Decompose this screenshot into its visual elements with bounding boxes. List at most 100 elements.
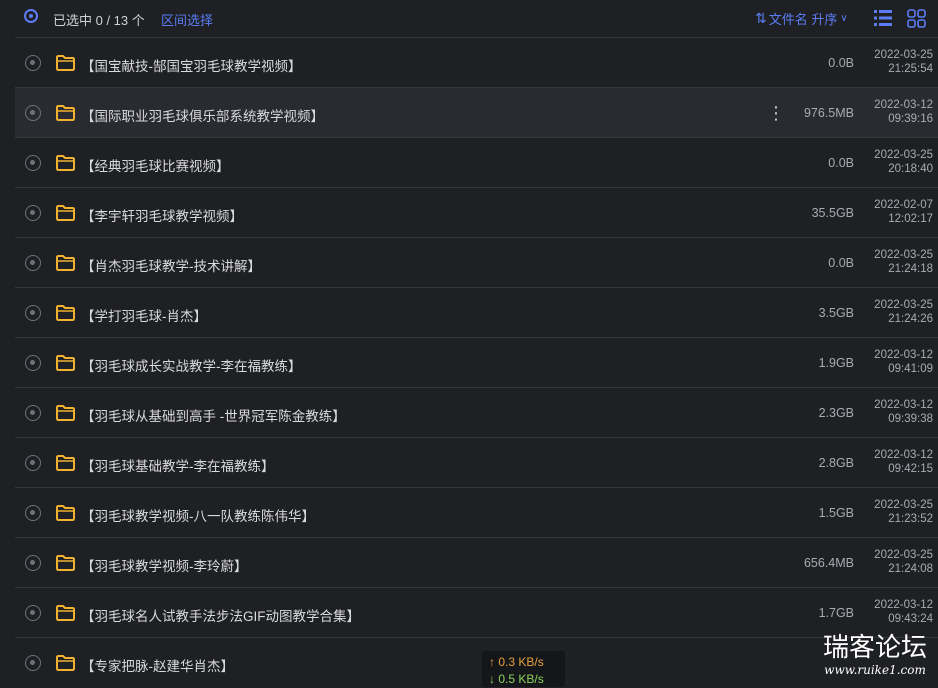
- modified-date: 2022-03-25 21:24:08: [866, 548, 933, 576]
- row-select-radio-icon[interactable]: [25, 155, 41, 171]
- modified-date: 2022-03-25 21:25:54: [866, 48, 933, 76]
- row-select-radio-icon[interactable]: [25, 355, 41, 371]
- modified-time: 09:43:24: [888, 613, 933, 625]
- folder-icon: [56, 255, 75, 271]
- modified-day: 2022-03-12: [874, 399, 933, 411]
- file-row[interactable]: 【学打羽毛球-肖杰】 3.5GB 2022-03-25 21:24:26: [15, 287, 938, 337]
- select-all-icon[interactable]: [24, 9, 38, 23]
- modified-date: 2022-03-12 09:42:15: [866, 448, 933, 476]
- file-size: 35.5GB: [811, 206, 854, 220]
- file-size: 1.5GB: [818, 506, 854, 520]
- row-select-radio-icon[interactable]: [25, 405, 41, 421]
- file-row[interactable]: 【国际职业羽毛球俱乐部系统教学视频】 ⋮ 976.5MB 2022-03-12 09:3…: [15, 87, 938, 137]
- file-name[interactable]: 【羽毛球成长实战教学-李在福教练】: [81, 355, 302, 375]
- modified-day: 2022-03-12: [874, 99, 933, 111]
- file-row[interactable]: 【羽毛球教学视频-八一队教练陈伟华】 1.5GB 2022-03-25 21:23:5…: [15, 487, 938, 537]
- file-list: 【国宝献技-郜国宝羽毛球教学视频】 0.0B 2022-03-25 21:25:54 【…: [15, 37, 938, 687]
- file-name[interactable]: 【羽毛球名人试教手法步法GIF动图教学合集】: [81, 605, 360, 625]
- modified-date: 2022-03-25 21:23:52: [866, 498, 933, 526]
- row-select-radio-icon[interactable]: [25, 105, 41, 121]
- file-row[interactable]: 【经典羽毛球比赛视频】 0.0B 2022-03-25 20:18:40: [15, 137, 938, 187]
- modified-date: 2022-03-25 21:24:26: [866, 298, 933, 326]
- modified-day: 2022-03-12: [874, 599, 933, 611]
- modified-date: 2022-03-12 09:39:38: [866, 398, 933, 426]
- file-name[interactable]: 【学打羽毛球-肖杰】: [81, 305, 207, 325]
- row-select-radio-icon[interactable]: [25, 255, 41, 271]
- file-size: 1.9GB: [818, 356, 854, 370]
- file-name[interactable]: 【经典羽毛球比赛视频】: [81, 155, 230, 175]
- file-row[interactable]: 【羽毛球成长实战教学-李在福教练】 1.9GB 2022-03-12 09:41:09: [15, 337, 938, 387]
- file-row[interactable]: 【李宇轩羽毛球教学视频】 35.5GB 2022-02-07 12:02:17: [15, 187, 938, 237]
- folder-icon: [56, 55, 75, 71]
- range-select-link[interactable]: 区间选择: [161, 10, 213, 29]
- folder-icon: [56, 455, 75, 471]
- file-size: 1.7GB: [818, 606, 854, 620]
- file-row[interactable]: 【羽毛球名人试教手法步法GIF动图教学合集】 1.7GB 2022-03-12 09:…: [15, 587, 938, 637]
- folder-icon: [56, 605, 75, 621]
- watermark: 瑞客论坛 www.ruike1.com: [812, 633, 938, 687]
- download-speed: ↓ 0.5 KB/s: [489, 672, 544, 686]
- modified-day: 2022-03-12: [874, 349, 933, 361]
- toolbar: 已选中 0 / 13 个 区间选择 ⇅ 文件名 升序 ∨: [0, 0, 938, 37]
- file-size: 0.0B: [828, 56, 854, 70]
- grid-view-icon[interactable]: [907, 9, 926, 28]
- modified-day: 2022-03-25: [874, 499, 933, 511]
- watermark-title: 瑞客论坛: [822, 633, 927, 663]
- modified-time: 09:41:09: [888, 363, 933, 375]
- modified-date: 2022-03-12 09:39:16: [866, 98, 933, 126]
- row-select-radio-icon[interactable]: [25, 205, 41, 221]
- file-name[interactable]: 【羽毛球从基础到高手 -世界冠军陈金教练】: [81, 405, 346, 425]
- row-select-radio-icon[interactable]: [25, 505, 41, 521]
- file-row[interactable]: 【羽毛球教学视频-李玲蔚】 656.4MB 2022-03-25 21:24:08: [15, 537, 938, 587]
- folder-icon: [56, 155, 75, 171]
- file-name[interactable]: 【肖杰羽毛球教学-技术讲解】: [81, 255, 261, 275]
- file-size: 2.8GB: [818, 456, 854, 470]
- modified-time: 20:18:40: [888, 163, 933, 175]
- list-view-icon[interactable]: [874, 9, 892, 27]
- folder-icon: [56, 105, 75, 121]
- folder-icon: [56, 355, 75, 371]
- folder-icon: [56, 305, 75, 321]
- file-row[interactable]: 【专家把脉-赵建华肖杰】: [15, 637, 938, 687]
- file-row[interactable]: 【肖杰羽毛球教学-技术讲解】 0.0B 2022-03-25 21:24:18: [15, 237, 938, 287]
- modified-date: 2022-03-25 21:24:18: [866, 248, 933, 276]
- row-select-radio-icon[interactable]: [25, 555, 41, 571]
- row-select-radio-icon[interactable]: [25, 655, 41, 671]
- modified-day: 2022-03-25: [874, 549, 933, 561]
- file-row[interactable]: 【羽毛球基础教学-李在福教练】 2.8GB 2022-03-12 09:42:15: [15, 437, 938, 487]
- modified-time: 21:25:54: [888, 63, 933, 75]
- selection-count: 已选中 0 / 13 个: [53, 13, 145, 28]
- modified-day: 2022-03-25: [874, 49, 933, 61]
- modified-date: 2022-03-12 09:43:24: [866, 598, 933, 626]
- file-size: 0.0B: [828, 156, 854, 170]
- more-options-icon[interactable]: ⋮: [767, 103, 785, 123]
- sort-button[interactable]: ⇅ 文件名 升序 ∨: [755, 9, 848, 28]
- modified-time: 21:24:18: [888, 263, 933, 275]
- modified-time: 12:02:17: [888, 213, 933, 225]
- modified-time: 21:24:26: [888, 313, 933, 325]
- file-name[interactable]: 【李宇轩羽毛球教学视频】: [81, 205, 243, 225]
- folder-icon: [56, 555, 75, 571]
- row-select-radio-icon[interactable]: [25, 455, 41, 471]
- upload-speed: ↑ 0.3 KB/s: [489, 655, 544, 669]
- file-name[interactable]: 【羽毛球基础教学-李在福教练】: [81, 455, 275, 475]
- file-name[interactable]: 【羽毛球教学视频-李玲蔚】: [81, 555, 248, 575]
- file-name[interactable]: 【国宝献技-郜国宝羽毛球教学视频】: [81, 55, 302, 75]
- modified-time: 21:23:52: [888, 513, 933, 525]
- file-name[interactable]: 【专家把脉-赵建华肖杰】: [81, 655, 234, 675]
- modified-time: 21:24:08: [888, 563, 933, 575]
- row-select-radio-icon[interactable]: [25, 305, 41, 321]
- file-name[interactable]: 【羽毛球教学视频-八一队教练陈伟华】: [81, 505, 315, 525]
- file-name[interactable]: 【国际职业羽毛球俱乐部系统教学视频】: [81, 105, 324, 125]
- file-row[interactable]: 【国宝献技-郜国宝羽毛球教学视频】 0.0B 2022-03-25 21:25:54: [15, 37, 938, 87]
- modified-time: 09:39:38: [888, 413, 933, 425]
- folder-icon: [56, 205, 75, 221]
- file-row[interactable]: 【羽毛球从基础到高手 -世界冠军陈金教练】 2.3GB 2022-03-12 09:3…: [15, 387, 938, 437]
- folder-icon: [56, 655, 75, 671]
- modified-date: 2022-02-07 12:02:17: [866, 198, 933, 226]
- row-select-radio-icon[interactable]: [25, 55, 41, 71]
- folder-icon: [56, 505, 75, 521]
- chevron-down-icon: ∨: [840, 13, 848, 24]
- transfer-speed-panel[interactable]: ↑ 0.3 KB/s ↓ 0.5 KB/s: [482, 651, 565, 687]
- row-select-radio-icon[interactable]: [25, 605, 41, 621]
